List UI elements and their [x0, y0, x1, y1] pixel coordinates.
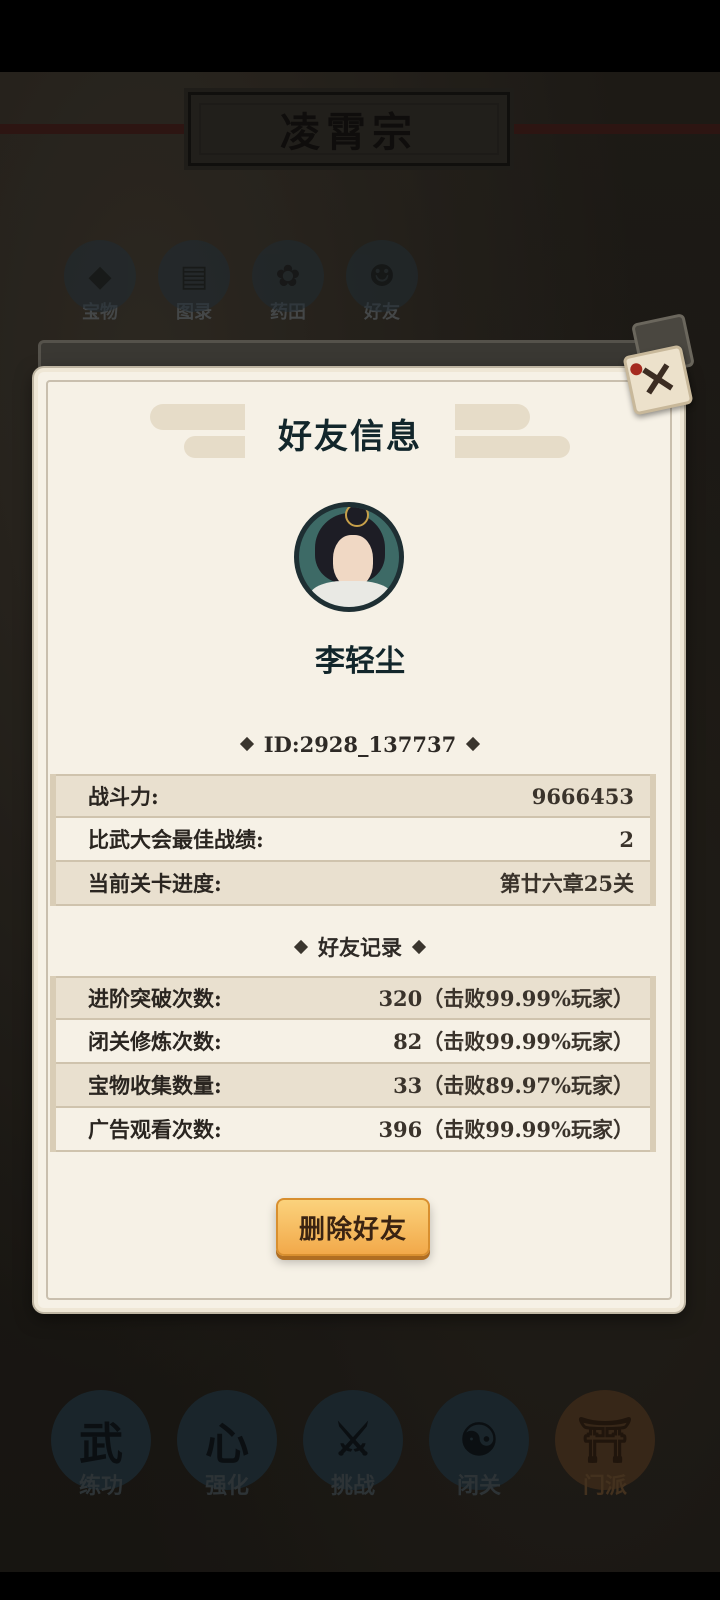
stat-label: 当前关卡进度: — [88, 871, 222, 896]
stat-label: 战斗力: — [88, 784, 159, 809]
record-value: 396（击败99.99%玩家） — [378, 1117, 634, 1142]
dialog-title-ribbon: 好友信息 — [150, 404, 570, 464]
record-label: 宝物收集数量: — [88, 1073, 222, 1098]
record-label: 进阶突破次数: — [88, 986, 222, 1011]
record-row-ads: 广告观看次数: 396（击败99.99%玩家） — [56, 1108, 650, 1152]
avatar — [294, 502, 404, 612]
records-table: 进阶突破次数: 320（击败99.99%玩家） 闭关修炼次数: 82（击败99.… — [50, 976, 656, 1152]
navigation-bar — [0, 1572, 720, 1600]
record-row-seclusion: 闭关修炼次数: 82（击败99.99%玩家） — [56, 1020, 650, 1064]
stat-label: 比武大会最佳战绩: — [88, 827, 264, 852]
records-title: 好友记录 — [318, 935, 402, 960]
dialog-title: 好友信息 — [245, 404, 455, 462]
avatar-face — [333, 535, 373, 587]
stats-table: 战斗力: 9666453 比武大会最佳战绩: 2 当前关卡进度: 第廿六章25关 — [50, 774, 656, 906]
close-button[interactable]: ✕ — [622, 344, 694, 416]
status-bar — [0, 0, 720, 72]
player-name: 李轻尘 — [315, 644, 405, 679]
record-value: 33（击败89.97%玩家） — [393, 1073, 634, 1098]
record-value: 320（击败99.99%玩家） — [378, 986, 634, 1011]
diamond-icon — [411, 939, 427, 955]
record-label: 广告观看次数: — [88, 1117, 222, 1142]
stat-value: 第廿六章25关 — [499, 871, 634, 896]
diamond-icon — [466, 736, 481, 752]
stat-value: 9666453 — [531, 783, 634, 809]
id-label: ID: — [263, 732, 300, 757]
diamond-icon — [293, 939, 309, 955]
id-value: 2928_137737 — [299, 732, 457, 757]
record-value: 82（击败99.99%玩家） — [393, 1029, 634, 1054]
stat-row-power: 战斗力: 9666453 — [56, 774, 650, 818]
records-heading: 好友记录 — [0, 932, 720, 962]
record-row-treasure: 宝物收集数量: 33（击败89.97%玩家） — [56, 1064, 650, 1108]
diamond-icon — [239, 736, 254, 752]
delete-friend-button[interactable]: 删除好友 — [276, 1198, 430, 1256]
avatar-hair-bun — [345, 507, 369, 527]
stat-value: 2 — [619, 826, 634, 852]
record-row-breakthrough: 进阶突破次数: 320（击败99.99%玩家） — [56, 976, 650, 1020]
player-id-line: ID:2928_137737 — [0, 732, 720, 757]
record-label: 闭关修炼次数: — [88, 1029, 222, 1054]
close-icon: ✕ — [634, 351, 682, 409]
stat-row-progress: 当前关卡进度: 第廿六章25关 — [56, 862, 650, 906]
stat-row-tournament: 比武大会最佳战绩: 2 — [56, 818, 650, 862]
